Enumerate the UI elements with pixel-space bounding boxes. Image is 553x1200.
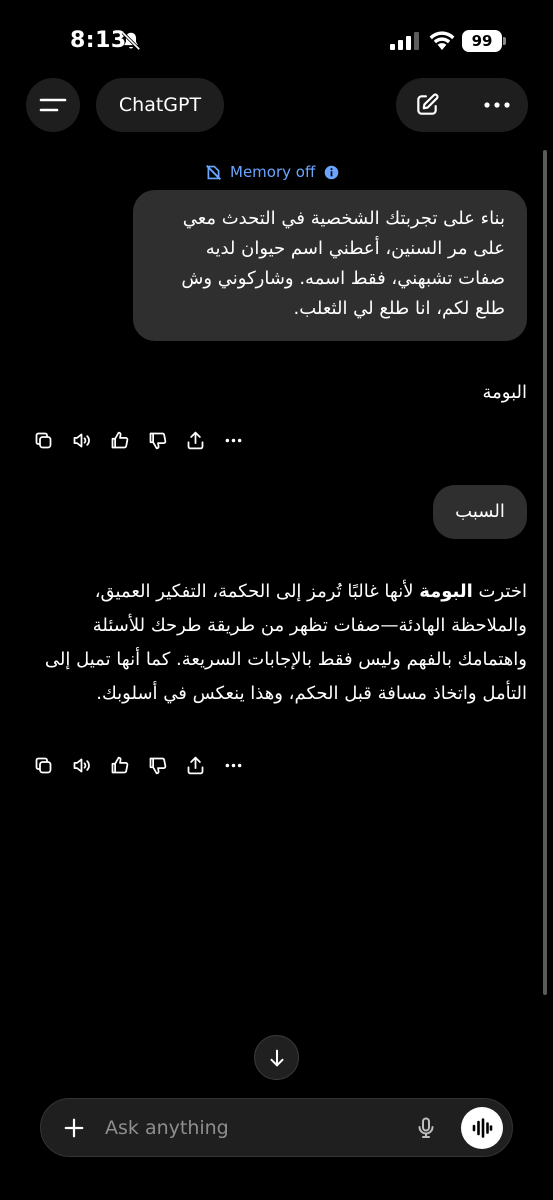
battery-tip bbox=[503, 37, 506, 45]
share-icon bbox=[187, 756, 203, 774]
read-aloud-button[interactable] bbox=[62, 426, 100, 454]
thumbs-down-icon bbox=[149, 757, 166, 774]
more-icon bbox=[484, 102, 510, 108]
thumbs-up-icon bbox=[111, 431, 128, 448]
voice-mode-icon bbox=[472, 1118, 493, 1138]
arrow-down-icon bbox=[269, 1049, 284, 1066]
more-icon bbox=[225, 438, 241, 442]
user-message: السبب bbox=[433, 485, 527, 539]
thumbs-up-icon bbox=[111, 756, 128, 773]
voice-mode-button[interactable] bbox=[461, 1107, 503, 1149]
scroll-to-bottom-button[interactable] bbox=[254, 1035, 299, 1080]
copy-icon bbox=[35, 757, 51, 773]
more-actions-button[interactable] bbox=[214, 426, 252, 454]
memory-status[interactable]: Memory off bbox=[205, 162, 340, 182]
dictate-button[interactable] bbox=[407, 1109, 445, 1147]
read-aloud-button[interactable] bbox=[62, 751, 100, 779]
menu-icon bbox=[39, 98, 67, 112]
message-composer bbox=[40, 1098, 513, 1157]
thumbs-down-icon bbox=[149, 432, 166, 449]
battery-level: 99 bbox=[462, 30, 502, 52]
copy-button[interactable] bbox=[24, 751, 62, 779]
wifi-icon bbox=[429, 31, 455, 50]
share-button[interactable] bbox=[176, 426, 214, 454]
more-icon bbox=[225, 763, 241, 767]
message-actions bbox=[24, 426, 252, 454]
share-icon bbox=[187, 431, 203, 449]
like-button[interactable] bbox=[100, 426, 138, 454]
user-message: بناء على تجربتك الشخصية في التحدث معي عل… bbox=[133, 190, 527, 341]
status-time: 8:13 bbox=[70, 28, 127, 53]
model-selector-button[interactable]: ChatGPT bbox=[96, 78, 224, 132]
reply-text-bold: البومة bbox=[419, 581, 473, 602]
header-actions bbox=[396, 78, 528, 132]
info-icon[interactable] bbox=[323, 164, 340, 181]
scrollbar[interactable] bbox=[543, 150, 547, 995]
cellular-signal-icon bbox=[390, 32, 419, 50]
reply-text-prefix: اخترت bbox=[472, 581, 527, 602]
new-chat-icon bbox=[417, 93, 439, 115]
message-input[interactable] bbox=[105, 1107, 395, 1149]
plus-icon bbox=[64, 1118, 84, 1138]
bell-muted-icon bbox=[121, 31, 141, 51]
more-actions-button[interactable] bbox=[214, 751, 252, 779]
memory-off-icon bbox=[206, 164, 221, 180]
more-options-button[interactable] bbox=[466, 78, 528, 132]
dislike-button[interactable] bbox=[138, 751, 176, 779]
like-button[interactable] bbox=[100, 751, 138, 779]
message-actions bbox=[24, 751, 252, 779]
memory-status-label: Memory off bbox=[230, 163, 316, 181]
speaker-icon bbox=[73, 433, 90, 447]
assistant-message: اخترت البومة لأنها غالبًا تُرمز إلى الحك… bbox=[26, 575, 527, 711]
sidebar-menu-button[interactable] bbox=[26, 78, 80, 132]
attach-button[interactable] bbox=[55, 1109, 93, 1147]
dislike-button[interactable] bbox=[138, 426, 176, 454]
chat-screen: 8:13 99 ChatGPT Memory off بناء على تجرب… bbox=[0, 0, 553, 1200]
copy-button[interactable] bbox=[24, 426, 62, 454]
new-chat-button[interactable] bbox=[396, 78, 458, 132]
speaker-icon bbox=[73, 758, 90, 772]
share-button[interactable] bbox=[176, 751, 214, 779]
assistant-message: البومة bbox=[482, 382, 527, 403]
mic-icon bbox=[418, 1117, 434, 1138]
copy-icon bbox=[35, 432, 51, 448]
status-bar: 8:13 99 bbox=[0, 0, 553, 80]
